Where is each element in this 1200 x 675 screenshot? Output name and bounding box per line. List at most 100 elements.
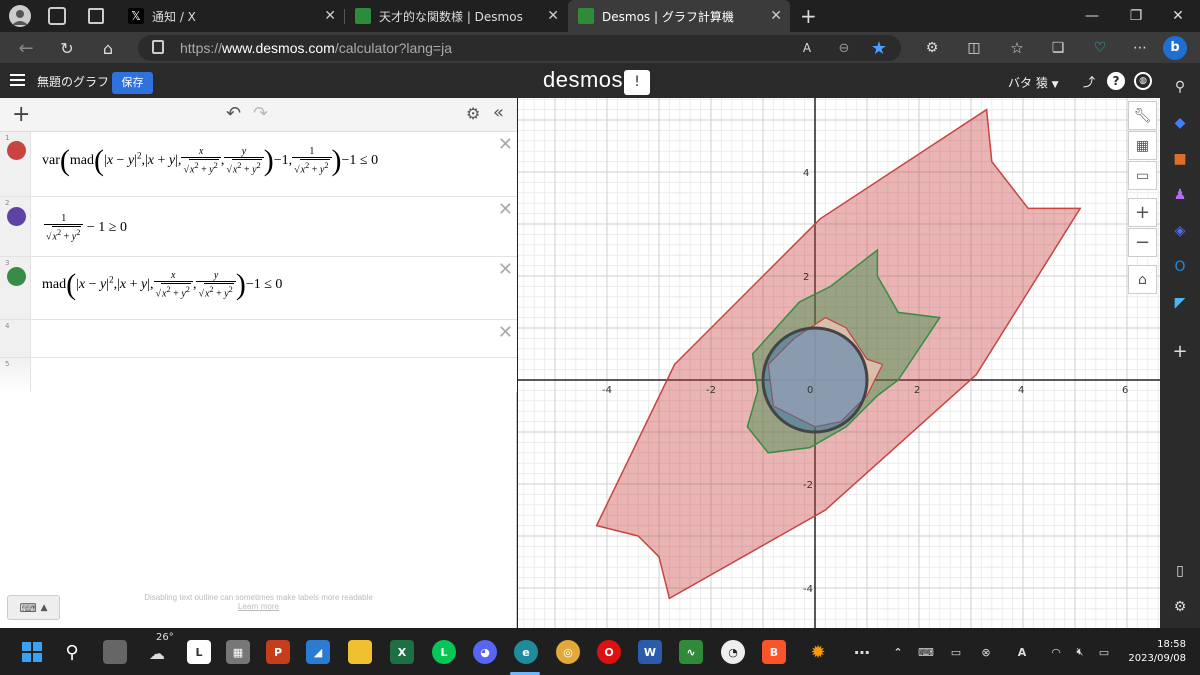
keyboard-tray-icon[interactable]: ⌨: [914, 640, 938, 664]
tab-desmos-calculator[interactable]: Desmos | グラフ計算機 ✕: [568, 0, 790, 32]
outlook-icon[interactable]: O: [1170, 257, 1190, 277]
more-apps-icon[interactable]: ⋯: [850, 640, 874, 664]
graph-canvas[interactable]: -4 -2 0 2 4 6 4 2 -2 -4: [518, 98, 1160, 628]
expression-row[interactable]: 2 1 √x2 + y2 − 1 ≥ 0 ✕: [0, 197, 517, 257]
brave-icon[interactable]: B: [762, 640, 786, 664]
delete-expression-icon[interactable]: ✕: [498, 322, 513, 343]
powerpoint-icon[interactable]: P: [266, 640, 290, 664]
save-button[interactable]: 保存: [112, 72, 153, 94]
tab-desmos-genius[interactable]: 天才的な関数様 | Desmos ✕: [345, 0, 567, 32]
split-screen-icon[interactable]: ◫: [962, 36, 986, 60]
undo-icon[interactable]: ↶: [226, 103, 241, 124]
search-icon[interactable]: ⚲: [60, 640, 84, 664]
profile-avatar[interactable]: [9, 5, 31, 27]
opera-icon[interactable]: O: [597, 640, 621, 664]
sidebar-settings-icon[interactable]: ⚙: [1170, 597, 1190, 617]
language-globe-icon[interactable]: ◍: [1134, 72, 1152, 90]
zoom-out-icon[interactable]: −: [1128, 228, 1157, 257]
close-icon[interactable]: ✕: [324, 8, 336, 24]
expression-math[interactable]: var(mad(|x − y|2,|x + y|, x √x2 + y2, y √x2 …: [42, 146, 378, 176]
home-icon[interactable]: ⌂: [96, 36, 120, 60]
wifi-icon[interactable]: ◠: [1044, 640, 1068, 664]
close-circle-tray-icon[interactable]: ⊗: [974, 640, 998, 664]
more-icon[interactable]: ⋯: [1128, 36, 1152, 60]
add-sidebar-app-icon[interactable]: +: [1170, 341, 1190, 362]
task-view-icon[interactable]: [103, 640, 127, 664]
graph-paper[interactable]: -4 -2 0 2 4 6 4 2 -2 -4: [518, 98, 1160, 628]
window-close-icon[interactable]: ✕: [1156, 0, 1200, 32]
learn-more-link[interactable]: Learn more: [0, 602, 517, 611]
grid-icon[interactable]: ▦: [1128, 131, 1157, 160]
settings-gear-icon[interactable]: ⚙: [466, 104, 480, 123]
word-icon[interactable]: W: [638, 640, 662, 664]
minimize-icon[interactable]: —: [1070, 0, 1114, 32]
add-item-icon[interactable]: +: [12, 102, 30, 127]
color-toggle-icon[interactable]: [7, 267, 26, 286]
favorites-icon[interactable]: ☆: [1005, 36, 1029, 60]
chrome-icon[interactable]: ◎: [556, 640, 580, 664]
shortcut-bang-button[interactable]: !: [624, 70, 650, 95]
expression-row[interactable]: 4 ✕: [0, 320, 517, 358]
collections-icon[interactable]: ❏: [1046, 36, 1070, 60]
redo-icon[interactable]: ↷: [253, 103, 268, 124]
app-icon[interactable]: L: [187, 640, 211, 664]
photos-icon[interactable]: ◢: [306, 640, 330, 664]
lock-icon[interactable]: [152, 40, 164, 54]
graph-title[interactable]: 無題のグラフ: [37, 73, 109, 90]
delete-expression-icon[interactable]: ✕: [498, 134, 513, 155]
shopping-tag-icon[interactable]: ◆: [1170, 113, 1190, 133]
share-icon[interactable]: ⤴: [1080, 72, 1098, 90]
close-icon[interactable]: ✕: [547, 8, 559, 24]
clock-app-icon[interactable]: ◔: [721, 640, 745, 664]
home-icon[interactable]: ⌂: [1128, 265, 1157, 294]
refresh-icon[interactable]: ↻: [55, 36, 79, 60]
keyboard-toggle-button[interactable]: ⌨ ▲: [7, 595, 60, 620]
games-icon[interactable]: ♟: [1170, 185, 1190, 205]
drop-icon[interactable]: ◤: [1170, 293, 1190, 313]
delete-expression-icon[interactable]: ✕: [498, 259, 513, 280]
delete-expression-icon[interactable]: ✕: [498, 199, 513, 220]
expression-row[interactable]: 5: [0, 358, 517, 392]
battery-icon[interactable]: ▭: [1092, 640, 1116, 664]
read-aloud-icon[interactable]: A: [795, 36, 819, 60]
system-clock[interactable]: 18:58 2023/09/08: [1120, 638, 1186, 666]
collapse-panel-icon[interactable]: «: [493, 102, 504, 123]
adobe-tray-icon[interactable]: A: [1010, 640, 1034, 664]
restore-icon[interactable]: ❐: [1114, 0, 1158, 32]
tools-icon[interactable]: ■: [1170, 149, 1190, 169]
display-tray-icon[interactable]: ▭: [944, 640, 968, 664]
help-icon[interactable]: ?: [1107, 72, 1125, 90]
line-icon[interactable]: L: [432, 640, 456, 664]
workspaces-icon[interactable]: [48, 7, 66, 25]
favorite-star-icon[interactable]: ★: [867, 36, 891, 60]
url-field[interactable]: https://www.desmos.com/calculator?lang=j…: [138, 35, 901, 61]
file-explorer-icon[interactable]: [348, 640, 372, 664]
search-icon[interactable]: ⚲: [1170, 77, 1190, 97]
expression-math[interactable]: mad(|x − y|2,|x + y|, x √x2 + y2, y √x2 + y2…: [42, 270, 282, 300]
edge-icon[interactable]: e: [514, 640, 538, 664]
zoom-icon[interactable]: ⊖: [832, 36, 856, 60]
m365-icon[interactable]: ◈: [1170, 221, 1190, 241]
zoom-in-icon[interactable]: +: [1128, 198, 1157, 227]
health-icon[interactable]: ♡: [1088, 36, 1112, 60]
projector-icon[interactable]: ▭: [1128, 161, 1157, 190]
sidebar-layout-icon[interactable]: ▯: [1170, 561, 1190, 581]
calculator-icon[interactable]: ▦: [226, 640, 250, 664]
discord-icon[interactable]: ◕: [473, 640, 497, 664]
desmos-app-icon[interactable]: ∿: [679, 640, 703, 664]
tab-actions-icon[interactable]: [88, 8, 104, 24]
tab-x-notifications[interactable]: 𝕏 通知 / X ✕: [118, 0, 344, 32]
user-menu[interactable]: バタ 猿 ▼: [1008, 74, 1059, 91]
copilot-icon[interactable]: b: [1163, 36, 1187, 60]
expression-row[interactable]: 1 var(mad(|x − y|2,|x + y|, x √x2 + y2, y √x…: [0, 132, 517, 197]
extensions-icon[interactable]: ⚙: [920, 36, 944, 60]
back-icon[interactable]: ←: [14, 36, 38, 60]
volume-muted-icon[interactable]: 🔇︎: [1068, 640, 1092, 664]
gear-app-icon[interactable]: ✹: [806, 640, 830, 664]
hamburger-menu-icon[interactable]: [10, 74, 25, 86]
color-toggle-icon[interactable]: [7, 207, 26, 226]
weather-widget[interactable]: 26° ☁: [142, 632, 174, 664]
expression-row[interactable]: 3 mad(|x − y|2,|x + y|, x √x2 + y2, y √x2 + …: [0, 257, 517, 320]
excel-icon[interactable]: X: [390, 640, 414, 664]
windows-start-icon[interactable]: [20, 640, 44, 664]
